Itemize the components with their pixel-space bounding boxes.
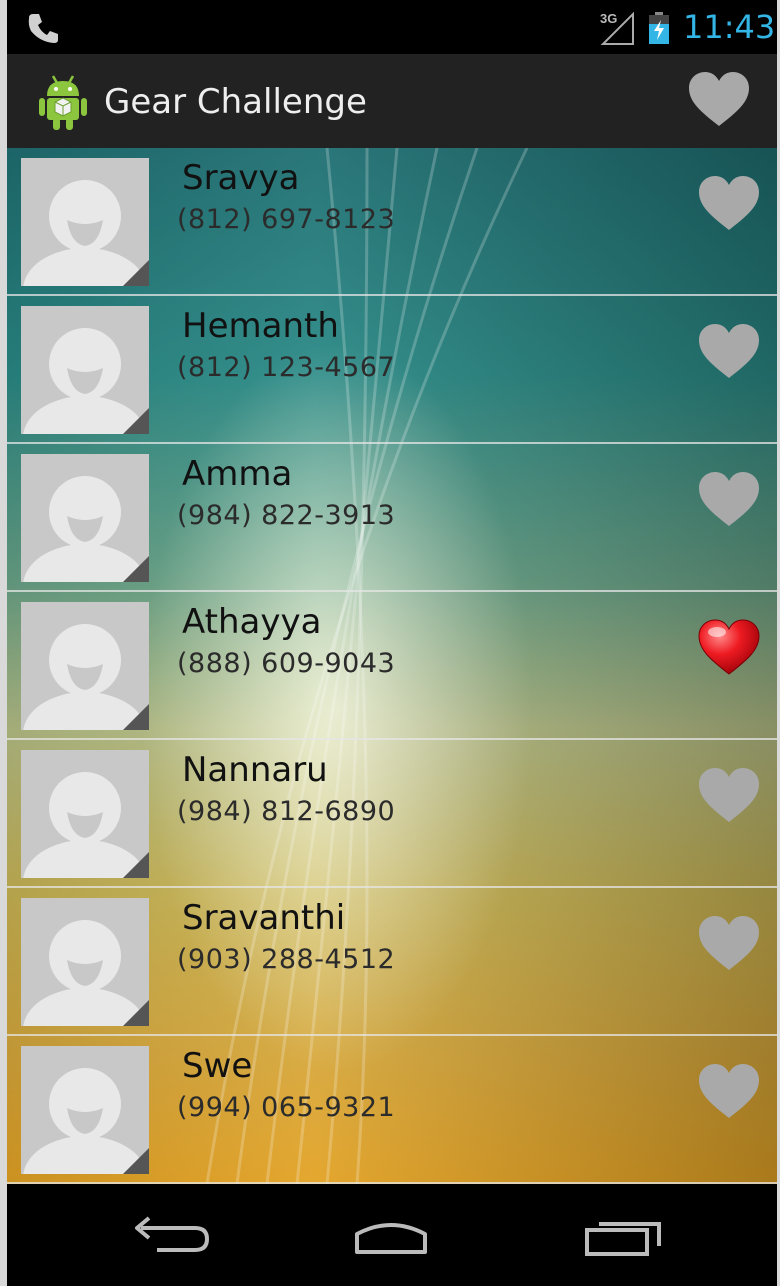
- default-avatar-icon: [21, 750, 149, 878]
- default-avatar-icon: [21, 898, 149, 1026]
- network-type: 3G: [600, 11, 618, 26]
- heart-icon[interactable]: [697, 174, 761, 234]
- back-arrow-icon[interactable]: [119, 1212, 215, 1260]
- avatar: [21, 454, 149, 582]
- home-icon[interactable]: [343, 1212, 439, 1260]
- contact-name: Hemanth: [182, 306, 339, 346]
- contact-phone: (812) 123-4567: [177, 352, 396, 383]
- battery-charging-icon: [649, 12, 669, 44]
- contact-row[interactable]: Athayya (888) 609-9043: [7, 592, 777, 740]
- clock: 11:43: [683, 8, 776, 46]
- avatar: [21, 1046, 149, 1174]
- contact-phone: (888) 609-9043: [177, 648, 396, 679]
- contact-name: Nannaru: [182, 750, 328, 790]
- contact-phone: (812) 697-8123: [177, 204, 396, 235]
- contact-row[interactable]: Amma (984) 822-3913: [7, 444, 777, 592]
- contact-row[interactable]: Nannaru (984) 812-6890: [7, 740, 777, 888]
- contact-phone: (984) 822-3913: [177, 500, 396, 531]
- contact-row[interactable]: Sravanthi (903) 288-4512: [7, 888, 777, 1036]
- navigation-bar: [7, 1186, 777, 1286]
- heart-icon[interactable]: [697, 914, 761, 974]
- avatar: [21, 306, 149, 434]
- avatar: [21, 898, 149, 1026]
- status-bar: 3G 11:43: [7, 0, 777, 54]
- recent-apps-icon[interactable]: [575, 1212, 671, 1260]
- signal-icon: 3G: [599, 10, 635, 46]
- default-avatar-icon: [21, 306, 149, 434]
- avatar: [21, 602, 149, 730]
- contact-phone: (994) 065-9321: [177, 1092, 396, 1123]
- row-divider: [7, 1182, 777, 1184]
- avatar: [21, 750, 149, 878]
- contact-name: Sravya: [182, 158, 300, 198]
- contact-name: Swe: [182, 1046, 253, 1086]
- contact-row[interactable]: Sravya (812) 697-8123: [7, 148, 777, 296]
- heart-icon[interactable]: [697, 766, 761, 826]
- heart-icon[interactable]: [687, 70, 751, 130]
- phone-handset-icon: [28, 14, 58, 43]
- default-avatar-icon: [21, 602, 149, 730]
- default-avatar-icon: [21, 1046, 149, 1174]
- default-avatar-icon: [21, 158, 149, 286]
- default-avatar-icon: [21, 454, 149, 582]
- phone-screen: 3G 11:43 Gear Challenge Sravya (812) 697…: [7, 0, 777, 1286]
- contact-list[interactable]: Sravya (812) 697-8123 Hemanth (812) 123-…: [7, 148, 777, 1184]
- contact-name: Sravanthi: [182, 898, 346, 938]
- heart-icon[interactable]: [697, 322, 761, 382]
- contact-phone: (903) 288-4512: [177, 944, 396, 975]
- avatar: [21, 158, 149, 286]
- action-bar: Gear Challenge: [7, 54, 777, 148]
- android-icon[interactable]: [37, 72, 89, 132]
- app-title: Gear Challenge: [104, 82, 367, 122]
- contact-row[interactable]: Hemanth (812) 123-4567: [7, 296, 777, 444]
- contact-name: Athayya: [182, 602, 322, 642]
- contact-name: Amma: [182, 454, 293, 494]
- heart-icon[interactable]: [697, 470, 761, 530]
- contact-phone: (984) 812-6890: [177, 796, 396, 827]
- heart-icon[interactable]: [697, 1062, 761, 1122]
- contact-row[interactable]: Swe (994) 065-9321: [7, 1036, 777, 1184]
- heart-icon[interactable]: [697, 618, 761, 678]
